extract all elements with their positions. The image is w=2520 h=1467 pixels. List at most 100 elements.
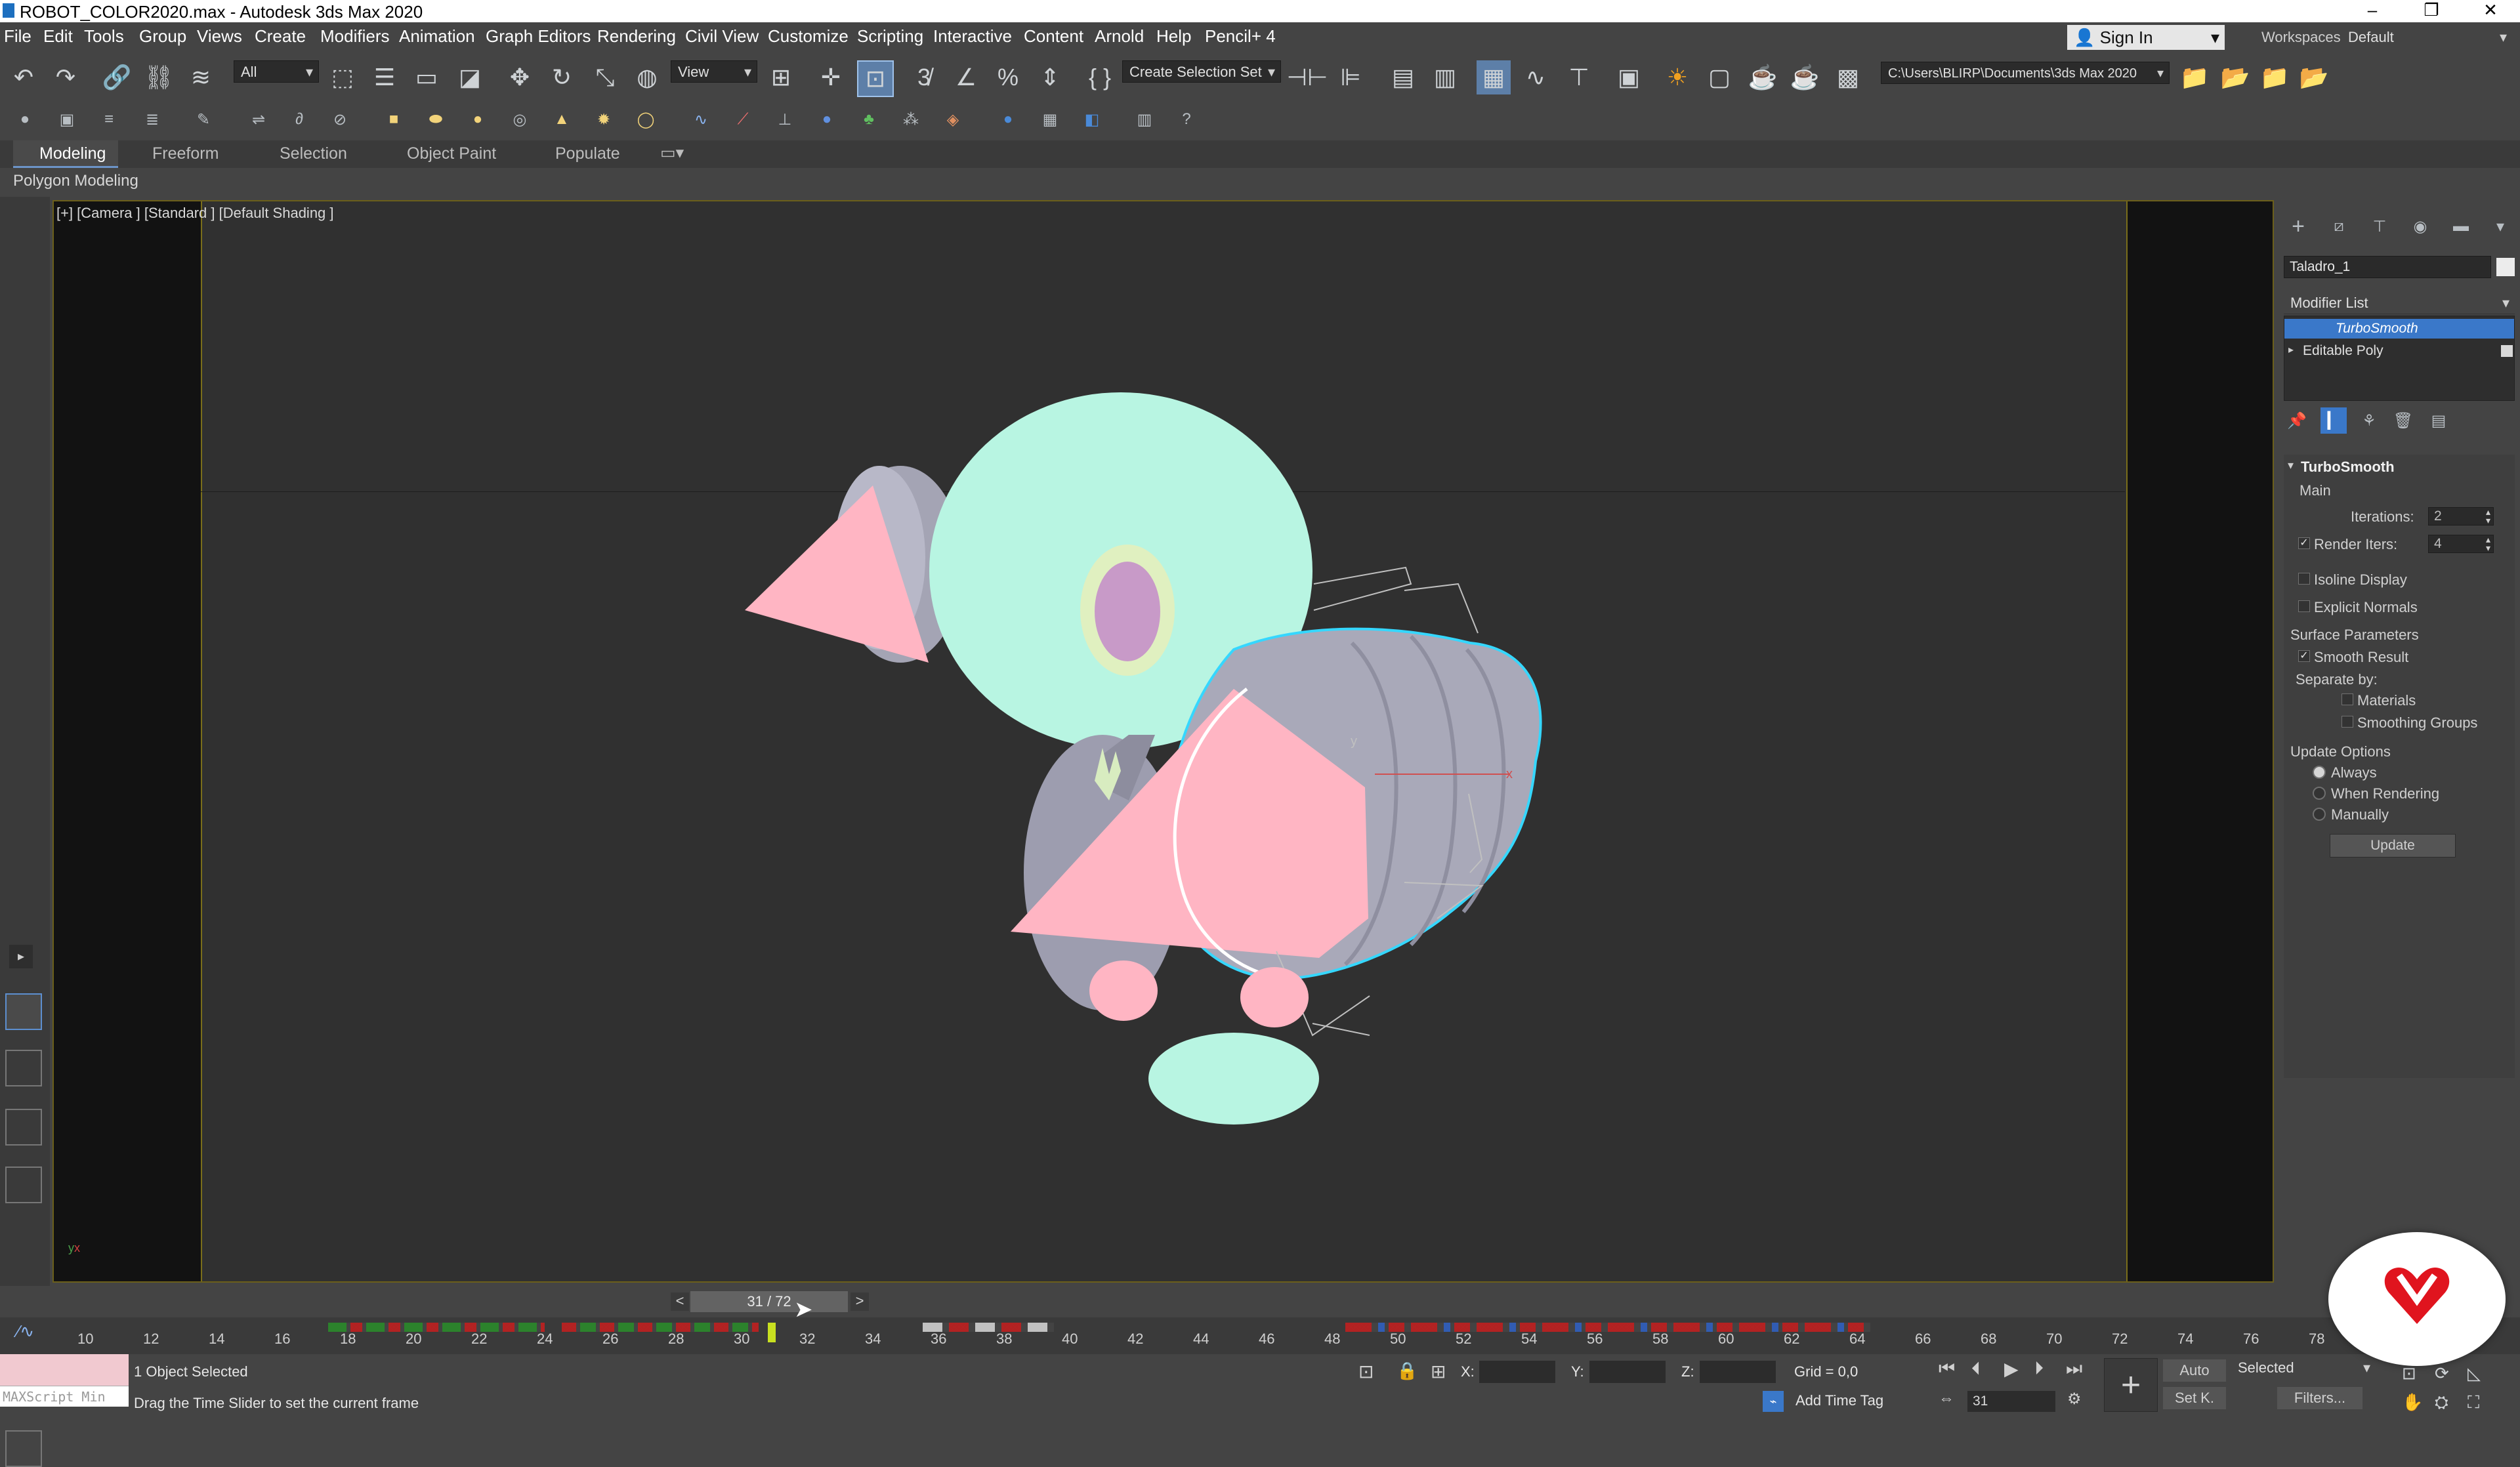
robot-scene[interactable]: x y	[656, 367, 1772, 1155]
reference-coordinate-dropdown[interactable]: View	[671, 60, 757, 83]
time-configuration-icon[interactable]: ⚙	[2067, 1390, 2082, 1409]
menu-interactive[interactable]: Interactive	[933, 26, 1012, 47]
browse-folder-icon[interactable]: 📁	[2258, 60, 2292, 94]
torus-primitive-icon[interactable]: ◎	[507, 106, 533, 133]
show-end-result-icon[interactable]: ▎	[2320, 407, 2347, 434]
menu-animation[interactable]: Animation	[399, 26, 475, 47]
material-editor-icon[interactable]: ▣	[1612, 60, 1646, 94]
stack-item-turbosmooth[interactable]: TurboSmooth	[2284, 319, 2514, 339]
layout-split-icon[interactable]	[5, 1167, 42, 1203]
select-rotate-icon[interactable]: ↻	[545, 60, 579, 94]
help-circle-icon[interactable]: ?	[1173, 106, 1200, 133]
toggle-ribbon-icon[interactable]: ▦	[1477, 60, 1511, 94]
remove-modifier-icon[interactable]: 🗑	[2390, 407, 2416, 434]
lock-icon[interactable]: 🔒	[1396, 1361, 1418, 1381]
y-coordinate-field[interactable]	[1589, 1361, 1666, 1383]
x-coordinate-field[interactable]	[1479, 1361, 1555, 1383]
isolate-icon[interactable]: ◧	[1079, 106, 1105, 133]
layer-icon[interactable]: ▣	[54, 106, 80, 133]
zoom-extents-icon[interactable]: ⊡	[2402, 1363, 2416, 1384]
link-icon[interactable]: 🔗	[100, 60, 134, 94]
menu-group[interactable]: Group	[139, 26, 186, 47]
walk-through-icon[interactable]: ⛭	[2435, 1392, 2448, 1413]
key-filters-button[interactable]: Filters...	[2277, 1387, 2362, 1409]
menu-modifiers[interactable]: Modifiers	[320, 26, 389, 47]
pivot-center-icon[interactable]: ⊞	[764, 60, 798, 94]
make-unique-icon[interactable]: ⚘	[2356, 407, 2382, 434]
set-key-button[interactable]: +	[2104, 1358, 2158, 1412]
polygon-modeling-label[interactable]: Polygon Modeling	[13, 172, 138, 190]
brush-icon[interactable]: ✎	[190, 106, 217, 133]
modifier-list-dropdown[interactable]: Modifier List	[2284, 292, 2515, 314]
select-move-icon[interactable]: ✥	[503, 60, 537, 94]
redo-icon[interactable]: ↷	[49, 60, 83, 94]
layout-three-icon[interactable]	[5, 1109, 42, 1146]
select-manipulate-icon[interactable]: ✛	[814, 60, 848, 94]
particle-icon[interactable]: ⁂	[898, 106, 924, 133]
menu-tools[interactable]: Tools	[84, 26, 124, 47]
menu-civil-view[interactable]: Civil View	[685, 26, 759, 47]
menu-help[interactable]: Help	[1156, 26, 1191, 47]
mini-curve-editor-icon[interactable]: ∕∿	[17, 1321, 34, 1342]
layer-stack-icon[interactable]: ≣	[139, 106, 165, 133]
menu-scripting[interactable]: Scripting	[857, 26, 923, 47]
play-icon[interactable]: ▶	[2004, 1358, 2019, 1380]
tab-object-paint[interactable]: Object Paint	[407, 144, 496, 163]
select-by-name-icon[interactable]: ☰	[368, 60, 402, 94]
frame-icon[interactable]: ▥	[1131, 106, 1158, 133]
time-slider-prev[interactable]: <	[671, 1292, 689, 1311]
spline-icon[interactable]: ∿	[688, 106, 714, 133]
goto-end-icon[interactable]: ⏭	[2066, 1358, 2082, 1380]
light-icon[interactable]: ✹	[591, 106, 617, 133]
curve-editor-icon[interactable]: ∿	[1519, 60, 1553, 94]
select-place-icon[interactable]: ◍	[630, 60, 664, 94]
keyboard-shortcut-override-icon[interactable]: ⊡	[857, 60, 894, 97]
render-grid-icon[interactable]: ▩	[1831, 60, 1865, 94]
render-iters-spinner[interactable]: 4 ▴ ▾	[2428, 535, 2494, 553]
tab-modeling[interactable]: Modeling	[39, 144, 106, 163]
circle-shape-icon[interactable]: ◯	[633, 106, 659, 133]
modify-tab-icon[interactable]: ⧄	[2326, 213, 2352, 239]
maximize-viewport-icon[interactable]: ⛶	[2468, 1392, 2479, 1413]
spinner-snap-icon[interactable]: ⇕	[1033, 60, 1067, 94]
rendered-frame-window-icon[interactable]: ▢	[1702, 60, 1736, 94]
render-iters-checkbox[interactable]: ✓	[2298, 537, 2310, 549]
modifier-icon[interactable]: ◈	[940, 106, 966, 133]
tab-populate[interactable]: Populate	[555, 144, 620, 163]
absolute-mode-icon[interactable]: ⊞	[1431, 1361, 1446, 1382]
iterations-spinner[interactable]: 2 ▴ ▾	[2428, 507, 2494, 526]
material-sphere-icon[interactable]: ●	[995, 106, 1021, 133]
materials-checkbox[interactable]	[2342, 693, 2353, 705]
box-primitive-icon[interactable]: ■	[381, 106, 407, 133]
undo-icon[interactable]: ↶	[7, 60, 41, 94]
helper-icon[interactable]: ⊥	[772, 106, 798, 133]
snaps-toggle-icon[interactable]: 3̸	[907, 60, 941, 94]
hierarchy-tab-icon[interactable]: ⊤	[2366, 213, 2393, 239]
smoothing-groups-checkbox[interactable]	[2342, 716, 2353, 728]
render-setup-icon[interactable]: ☀	[1660, 60, 1694, 94]
tab-selection[interactable]: Selection	[280, 144, 347, 163]
unlink-icon[interactable]: ⛓	[142, 60, 176, 94]
container-icon[interactable]: ●	[12, 106, 38, 133]
explicit-normals-checkbox[interactable]	[2298, 600, 2310, 612]
render-active-shade-icon[interactable]: ☕	[1788, 60, 1822, 94]
isoline-display-checkbox[interactable]	[2298, 573, 2310, 585]
smooth-result-checkbox[interactable]: ✓	[2298, 650, 2310, 662]
named-selection-dropdown[interactable]: Create Selection Set	[1122, 60, 1281, 83]
next-frame-icon[interactable]: ⏵	[2034, 1358, 2044, 1380]
motion-tab-icon[interactable]: ◉	[2407, 213, 2433, 239]
selection-filter-dropdown[interactable]: All	[234, 60, 319, 83]
menu-content[interactable]: Content	[1024, 26, 1083, 47]
goto-start-icon[interactable]: ⏮	[1939, 1358, 1955, 1380]
time-slider-handle[interactable]: 31 / 72	[690, 1291, 848, 1312]
angle-snap-icon[interactable]: ∠	[949, 60, 983, 94]
rect-selection-region-icon[interactable]: ▭	[410, 60, 444, 94]
update-button[interactable]: Update	[2330, 834, 2456, 857]
menu-create[interactable]: Create	[255, 26, 306, 47]
stack-toggle-icon[interactable]	[2501, 345, 2513, 357]
prev-frame-icon[interactable]: ⏴	[1971, 1358, 1981, 1380]
tab-freeform[interactable]: Freeform	[152, 144, 219, 163]
field-of-view-icon[interactable]: ◺	[2468, 1363, 2481, 1384]
mirror-icon[interactable]: ⊣⊢	[1287, 60, 1328, 94]
align-icon[interactable]: ⊫	[1334, 60, 1368, 94]
